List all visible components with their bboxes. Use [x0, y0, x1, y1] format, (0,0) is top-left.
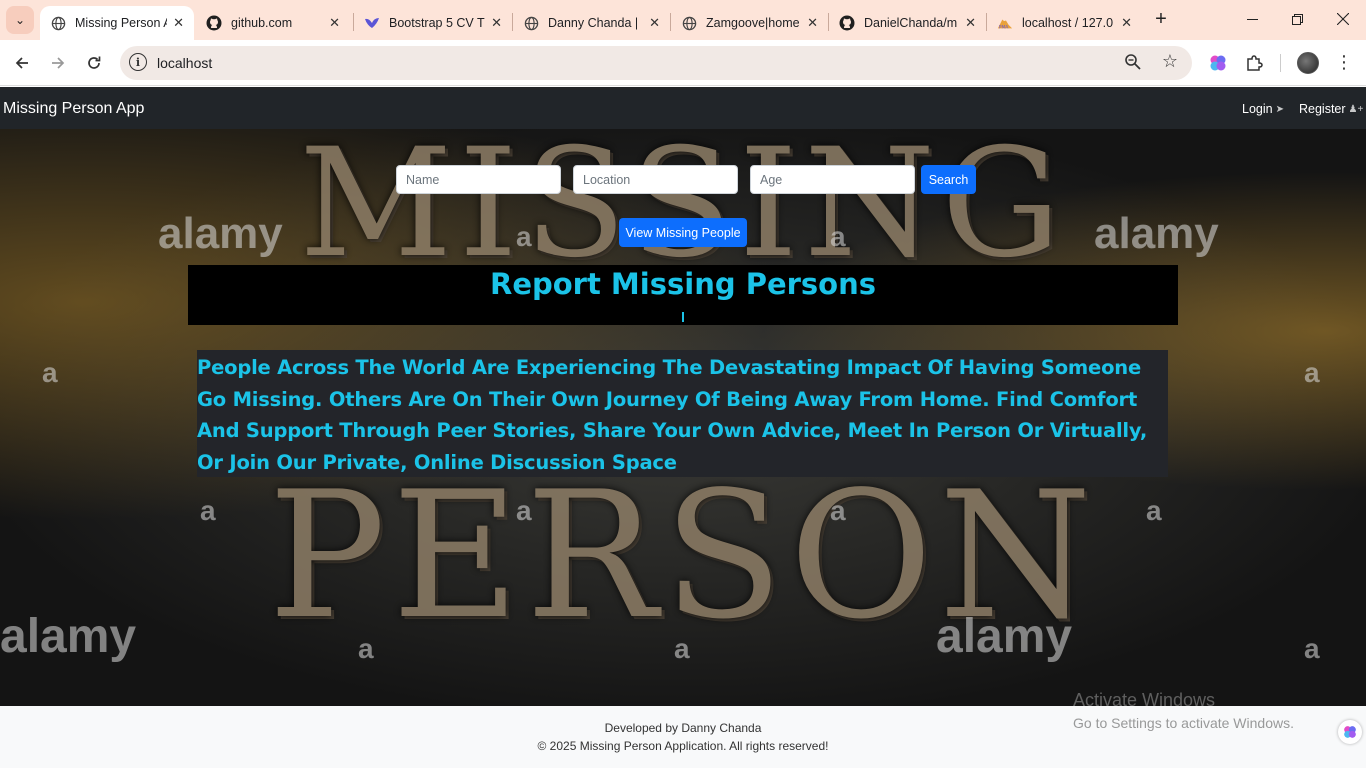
arrow-left-icon — [15, 57, 28, 69]
restore-button[interactable] — [1277, 4, 1317, 34]
hero-section: MISSING PERSON alamy alamy alamy alamy a… — [0, 129, 1366, 706]
new-tab-button[interactable]: + — [1150, 8, 1172, 30]
description-text: People Across The World Are Experiencing… — [197, 356, 1148, 474]
phpmyadmin-icon: PMA — [997, 15, 1013, 31]
chevron-down-icon: ⌄ — [14, 13, 26, 27]
close-icon[interactable]: ✕ — [965, 15, 976, 31]
address-bar[interactable]: i localhost ☆ — [120, 46, 1192, 80]
login-link[interactable]: Login ➤ — [1242, 102, 1284, 116]
forward-button[interactable] — [44, 49, 72, 77]
browser-tab[interactable]: DanielChanda/m ✕ — [829, 6, 986, 40]
watermark: a — [830, 221, 846, 252]
watermark: alamy — [936, 610, 1073, 663]
watermark: a — [42, 357, 58, 388]
bootstrap-bird-icon — [364, 15, 380, 31]
extensions-puzzle-icon[interactable] — [1243, 52, 1265, 74]
watermark: a — [674, 633, 690, 664]
register-link[interactable]: Register ♟+ — [1299, 102, 1363, 116]
plus-icon: + — [1155, 8, 1167, 30]
watermark: a — [830, 495, 846, 526]
globe-icon — [681, 15, 697, 31]
tab-title: Zamgoove|home — [706, 16, 800, 30]
arrow-right-icon — [52, 57, 65, 69]
watermark: alamy — [1094, 209, 1219, 258]
browser-tab-strip: ⌄ Missing Person A ✕ github.com ✕ Bootst… — [0, 0, 1366, 40]
minimize-button[interactable] — [1232, 4, 1272, 34]
tab-title: Danny Chanda | — [548, 16, 639, 30]
reload-button[interactable] — [80, 49, 108, 77]
toolbar-divider — [1280, 54, 1281, 72]
minimize-icon — [1246, 18, 1258, 20]
report-title-banner: Report Missing Persons — [188, 265, 1178, 325]
globe-icon — [523, 15, 539, 31]
watermark: alamy — [0, 610, 137, 663]
svg-text:PMA: PMA — [999, 24, 1009, 30]
bookmark-star-icon[interactable]: ☆ — [1162, 51, 1178, 72]
search-button[interactable]: Search — [921, 165, 976, 194]
copilot-icon[interactable] — [1207, 52, 1229, 74]
watermark: alamy — [158, 209, 283, 258]
navbar-brand[interactable]: Missing Person App — [3, 100, 144, 118]
zoom-icon[interactable] — [1124, 53, 1144, 73]
close-window-button[interactable] — [1323, 4, 1363, 34]
copilot-floating-icon[interactable] — [1338, 720, 1362, 744]
reload-icon — [88, 56, 101, 69]
browser-tab[interactable]: github.com ✕ — [196, 6, 350, 40]
globe-icon — [50, 15, 66, 31]
tab-title: Missing Person A — [75, 16, 168, 30]
activate-windows-title: Activate Windows — [1073, 690, 1216, 710]
tab-title: Bootstrap 5 CV T — [389, 16, 485, 30]
close-icon — [1337, 13, 1349, 25]
login-icon: ➤ — [1275, 103, 1284, 115]
page-title: Report Missing Persons — [489, 267, 877, 301]
watermark: a — [516, 495, 532, 526]
footer-copyright: © 2025 Missing Person Application. All r… — [537, 739, 829, 753]
text-caret — [682, 312, 684, 322]
tab-title: DanielChanda/m — [864, 16, 958, 30]
tab-title: github.com — [231, 16, 293, 30]
watermark: a — [1304, 633, 1320, 664]
github-icon — [206, 15, 222, 31]
close-icon[interactable]: ✕ — [491, 15, 502, 31]
profile-avatar[interactable] — [1297, 52, 1319, 74]
app-navbar: Missing Person App Login ➤ Register ♟+ — [0, 87, 1366, 129]
register-label: Register — [1299, 102, 1346, 116]
watermark: a — [200, 495, 216, 526]
watermark: a — [1146, 495, 1162, 526]
login-label: Login — [1242, 102, 1273, 116]
browser-tab-active[interactable]: Missing Person A ✕ — [40, 6, 194, 40]
tab-title: localhost / 127.0 — [1022, 16, 1114, 30]
activate-windows-subtitle: Go to Settings to activate Windows. — [1073, 715, 1294, 731]
site-info-icon[interactable]: i — [129, 53, 147, 71]
browser-tab[interactable]: PMA localhost / 127.0 ✕ — [987, 6, 1142, 40]
view-missing-people-button[interactable]: View Missing People — [619, 218, 747, 247]
close-icon[interactable]: ✕ — [807, 15, 818, 31]
browser-tab[interactable]: Danny Chanda | ✕ — [513, 6, 670, 40]
close-icon[interactable]: ✕ — [1121, 15, 1132, 31]
browser-tab[interactable]: Bootstrap 5 CV T ✕ — [354, 6, 512, 40]
name-search-input[interactable] — [396, 165, 561, 194]
close-icon[interactable]: ✕ — [329, 15, 340, 31]
age-search-input[interactable] — [750, 165, 915, 194]
github-icon — [839, 15, 855, 31]
browser-tab[interactable]: Zamgoove|home ✕ — [671, 6, 828, 40]
location-search-input[interactable] — [573, 165, 738, 194]
user-plus-icon: ♟+ — [1348, 103, 1364, 115]
tab-search-button[interactable]: ⌄ — [6, 6, 34, 34]
browser-toolbar: i localhost ☆ ⋮ — [0, 40, 1366, 86]
address-url[interactable]: localhost — [157, 55, 212, 71]
more-menu-icon[interactable]: ⋮ — [1334, 51, 1354, 73]
back-button[interactable] — [8, 49, 36, 77]
watermark: a — [1304, 357, 1320, 388]
close-icon[interactable]: ✕ — [173, 15, 184, 31]
close-icon[interactable]: ✕ — [649, 15, 660, 31]
description-panel: People Across The World Are Experiencing… — [197, 350, 1168, 477]
watermark: a — [516, 221, 532, 252]
watermark: a — [358, 633, 374, 664]
restore-icon — [1291, 13, 1303, 25]
